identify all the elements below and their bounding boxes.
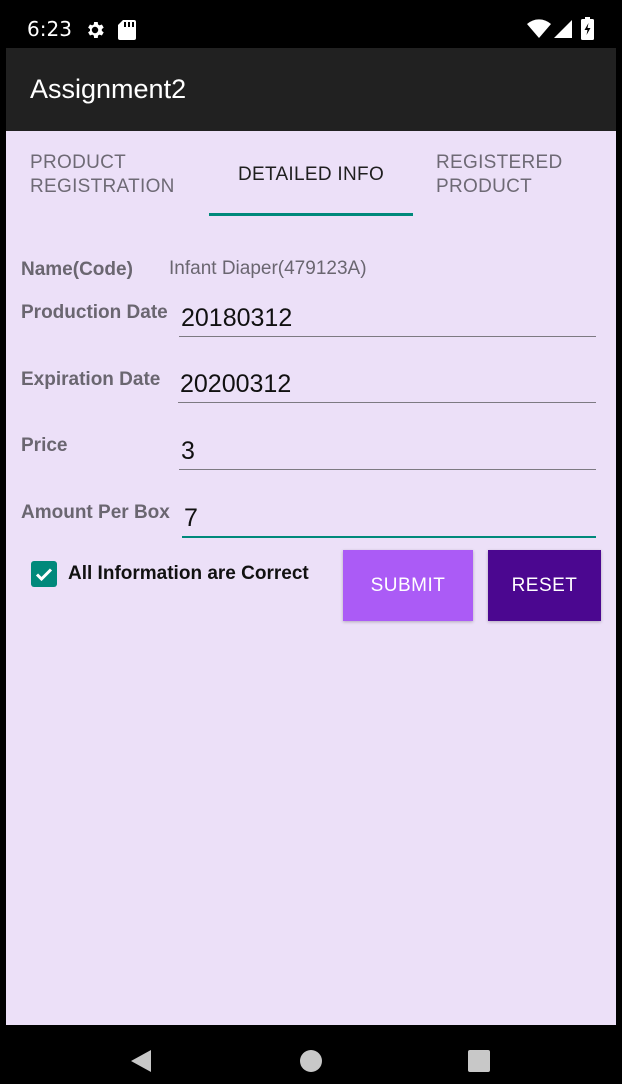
app-title: Assignment2 (30, 74, 187, 104)
tab-label-line1: REGISTERED (436, 152, 563, 173)
amount-per-box-input[interactable] (182, 500, 596, 538)
signal-icon (553, 19, 573, 44)
checkmark-icon (35, 568, 53, 582)
tab-detailed-info[interactable]: DETAILED INFO (209, 131, 413, 217)
app-bar: Assignment2 (6, 48, 616, 131)
price-input[interactable] (179, 433, 596, 470)
expiration-date-input[interactable] (178, 366, 596, 403)
expiration-date-label: Expiration Date (21, 369, 161, 390)
gear-icon (84, 19, 106, 46)
confirm-checkbox[interactable] (31, 561, 57, 587)
tab-bar: PRODUCT REGISTRATION DETAILED INFO REGIS… (6, 131, 616, 221)
battery-icon (581, 17, 594, 45)
tab-indicator (209, 213, 413, 216)
tab-registered-product[interactable]: REGISTERED PRODUCT (436, 131, 606, 217)
reset-button[interactable]: RESET (488, 550, 601, 621)
tab-label-line1: DETAILED INFO (237, 164, 385, 185)
production-date-input[interactable] (179, 300, 596, 337)
app-window: Assignment2 PRODUCT REGISTRATION DETAILE… (6, 48, 616, 1025)
tab-label-line1: PRODUCT (30, 152, 127, 173)
recents-icon[interactable] (467, 1049, 491, 1078)
sd-card-icon (117, 19, 137, 46)
name-code-label: Name(Code) (21, 259, 133, 280)
tab-label-line2: PRODUCT (436, 176, 533, 197)
production-date-label: Production Date (21, 302, 168, 323)
tab-label-line2: REGISTRATION (30, 176, 175, 197)
back-icon[interactable] (129, 1048, 153, 1079)
status-bar: 6:23 (0, 0, 622, 48)
navigation-bar (0, 1025, 622, 1084)
amount-per-box-label: Amount Per Box (21, 502, 170, 523)
wifi-icon (527, 19, 551, 44)
home-icon[interactable] (299, 1049, 323, 1078)
tab-product-registration[interactable]: PRODUCT REGISTRATION (30, 131, 205, 217)
price-label: Price (21, 435, 68, 456)
confirm-label: All Information are Correct (68, 563, 309, 584)
status-time: 6:23 (27, 17, 72, 41)
name-code-value: Infant Diaper(479123A) (169, 258, 367, 279)
submit-button[interactable]: SUBMIT (343, 550, 473, 621)
